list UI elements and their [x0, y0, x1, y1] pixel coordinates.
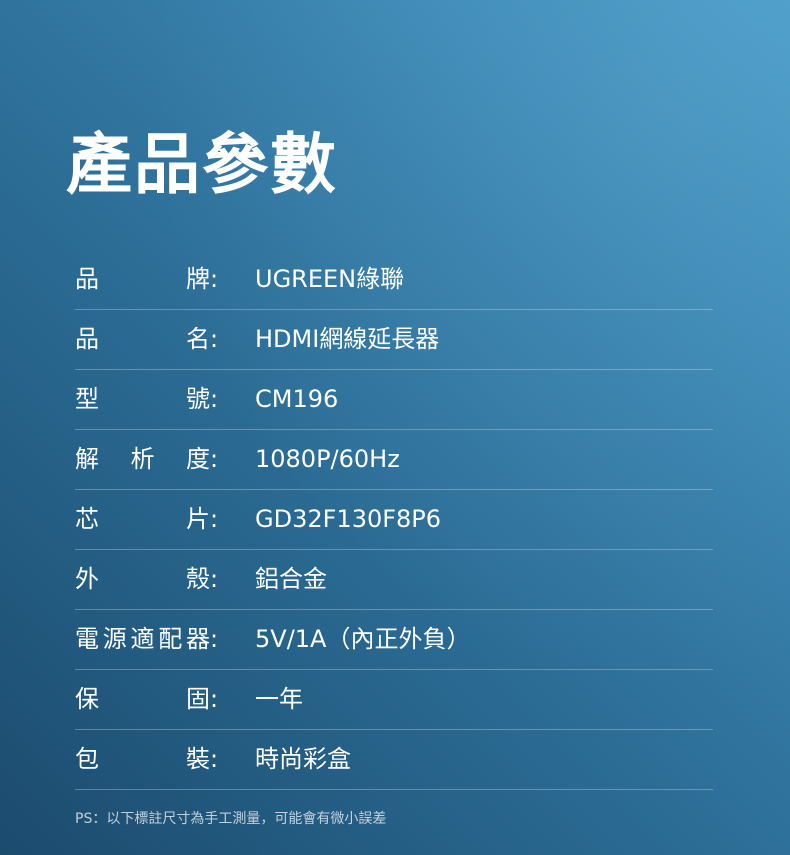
spec-key: 包裝 [75, 745, 210, 773]
spec-key: 芯片 [75, 505, 210, 533]
spec-key: 電源適配器 [75, 625, 210, 653]
spec-colon: : [210, 445, 219, 473]
spec-key: 型號 [75, 385, 210, 413]
spec-row-power-adapter: 電源適配器 : 5V/1A（內正外負） [75, 610, 713, 670]
spec-row-packaging: 包裝 : 時尚彩盒 [75, 730, 713, 790]
spec-value: 鋁合金 [255, 565, 327, 593]
spec-colon: : [210, 565, 219, 593]
spec-row-warranty: 保固 : 一年 [75, 670, 713, 730]
spec-value: 一年 [255, 685, 303, 713]
spec-colon: : [210, 325, 219, 353]
spec-colon: : [210, 625, 219, 653]
spec-value: CM196 [255, 385, 339, 413]
spec-colon: : [210, 505, 219, 533]
spec-colon: : [210, 265, 219, 293]
page-title: 產品參數 [66, 126, 338, 203]
spec-value: HDMI網線延長器 [255, 325, 440, 353]
spec-value: 5V/1A（內正外負） [255, 625, 471, 653]
spec-key: 品名 [75, 325, 210, 353]
spec-row-model: 型號 : CM196 [75, 370, 713, 430]
spec-row-brand: 品牌 : UGREEN綠聯 [75, 250, 713, 310]
spec-sheet: 產品參數 品牌 : UGREEN綠聯 品名 : HDMI網線延長器 型號 : C… [0, 0, 790, 855]
spec-list: 品牌 : UGREEN綠聯 品名 : HDMI網線延長器 型號 : CM196 … [75, 250, 713, 790]
spec-value: UGREEN綠聯 [255, 265, 405, 293]
spec-value: 時尚彩盒 [255, 745, 351, 773]
spec-colon: : [210, 685, 219, 713]
spec-row-resolution: 解析度 : 1080P/60Hz [75, 430, 713, 490]
spec-key: 品牌 [75, 265, 210, 293]
spec-row-product-name: 品名 : HDMI網線延長器 [75, 310, 713, 370]
spec-key: 保固 [75, 685, 210, 713]
spec-row-chip: 芯片 : GD32F130F8P6 [75, 490, 713, 550]
spec-value: 1080P/60Hz [255, 445, 400, 473]
spec-key: 外殼 [75, 565, 210, 593]
spec-key: 解析度 [75, 445, 210, 473]
spec-colon: : [210, 385, 219, 413]
spec-row-housing: 外殼 : 鋁合金 [75, 550, 713, 610]
footnote: PS：以下標註尺寸為手工測量，可能會有微小誤差 [75, 811, 387, 827]
spec-colon: : [210, 745, 219, 773]
spec-value: GD32F130F8P6 [255, 505, 442, 533]
